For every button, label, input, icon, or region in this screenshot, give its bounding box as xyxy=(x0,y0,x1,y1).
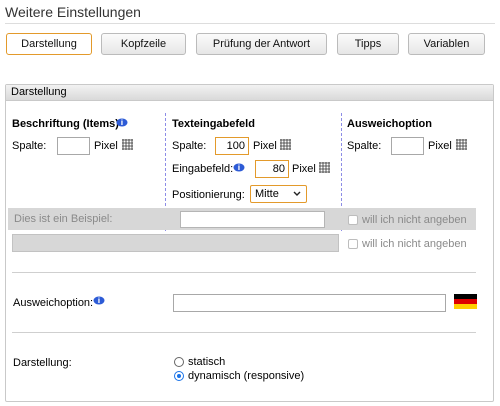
tab-pruefung[interactable]: Prüfung der Antwort xyxy=(196,33,327,55)
flag-de-icon[interactable] xyxy=(454,294,477,309)
positionierung-value: Mitte xyxy=(255,188,279,200)
col1-unit: Pixel xyxy=(94,140,118,152)
col2-unit: Pixel xyxy=(253,140,277,152)
col3-unit: Pixel xyxy=(428,140,452,152)
panel-header: Darstellung xyxy=(6,85,493,101)
positionierung-select[interactable]: Mitte xyxy=(250,185,307,203)
example-label: Dies ist ein Beispiel: xyxy=(14,213,113,225)
info-icon[interactable]: i xyxy=(233,163,245,172)
darstellung-label: Darstellung: xyxy=(13,357,72,369)
col2-pos-label: Positionierung: xyxy=(172,189,245,201)
col1-spalte-label: Spalte: xyxy=(12,140,47,152)
divider xyxy=(12,332,476,333)
col2-spalte-input[interactable]: 100 xyxy=(215,137,249,155)
section-divider xyxy=(5,23,495,24)
col3-spalte-input[interactable] xyxy=(391,137,424,155)
radio-statisch-label: statisch xyxy=(188,356,226,368)
info-icon[interactable]: i xyxy=(93,296,105,305)
col3-spalte-label: Spalte: xyxy=(347,140,382,152)
example-input[interactable] xyxy=(180,211,325,228)
col3-title: Ausweichoption xyxy=(347,118,432,130)
nicht-angeben-checkbox-2[interactable] xyxy=(348,239,358,249)
col2-eingabe-input[interactable]: 80 xyxy=(255,160,289,178)
section-title: Weitere Einstellungen xyxy=(5,4,141,20)
tab-variablen[interactable]: Variablen xyxy=(408,33,485,55)
tab-tipps[interactable]: Tipps xyxy=(337,33,399,55)
radio-dynamisch[interactable] xyxy=(174,371,184,381)
grid-resize-icon[interactable] xyxy=(318,161,331,174)
col2-spalte-label: Spalte: xyxy=(172,140,207,152)
radio-dynamisch-label: dynamisch (responsive) xyxy=(188,370,305,382)
grid-resize-icon[interactable] xyxy=(121,138,134,151)
col2-title: Texteingabefeld xyxy=(172,118,255,130)
radio-statisch[interactable] xyxy=(174,357,184,367)
col2-eingabe-label: Eingabefeld: xyxy=(172,163,234,175)
svg-text:i: i xyxy=(121,119,123,127)
info-icon[interactable]: i xyxy=(116,118,128,127)
tab-darstellung[interactable]: Darstellung xyxy=(6,33,92,55)
ausweich-label: Ausweichoption: xyxy=(13,297,94,309)
svg-text:i: i xyxy=(98,297,100,305)
col1-spalte-input[interactable] xyxy=(57,137,90,155)
preview-row-2-input[interactable] xyxy=(12,234,339,252)
nicht-angeben-label-2: will ich nicht angeben xyxy=(362,238,467,250)
nicht-angeben-checkbox[interactable] xyxy=(348,215,358,225)
divider xyxy=(12,272,476,273)
ausweich-input[interactable] xyxy=(173,294,446,312)
tab-kopfzeile[interactable]: Kopfzeile xyxy=(101,33,186,55)
grid-resize-icon[interactable] xyxy=(455,138,468,151)
svg-text:i: i xyxy=(238,164,240,172)
grid-resize-icon[interactable] xyxy=(279,138,292,151)
col2-eingabe-unit: Pixel xyxy=(292,163,316,175)
col1-title: Beschriftung (Items) xyxy=(12,118,119,130)
chevron-down-icon xyxy=(293,191,301,196)
nicht-angeben-label: will ich nicht angeben xyxy=(362,214,467,226)
